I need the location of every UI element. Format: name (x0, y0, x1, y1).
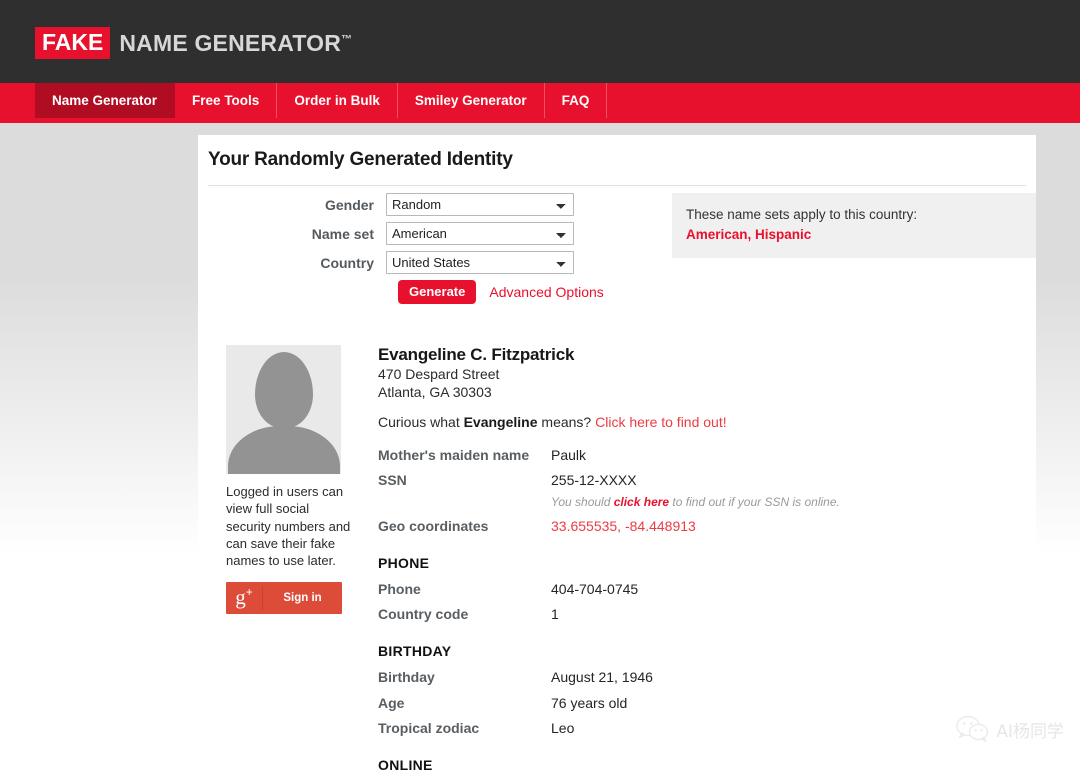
name-meaning-line: Curious what Evangeline means? Click her… (378, 414, 1036, 430)
ssn-note-suffix: to find out if your SSN is online. (669, 495, 840, 509)
logo-wordmark-text: NAME GENERATOR (119, 30, 341, 56)
detail-row-birthday: Birthday August 21, 1946 (378, 667, 1036, 687)
gender-label: Gender (198, 197, 386, 213)
country-code-label: Country code (378, 604, 551, 624)
address-city-state-zip: Atlanta, GA 30303 (378, 383, 1036, 401)
name-meaning-link[interactable]: Click here to find out! (595, 414, 727, 430)
nav-bottom-rule (0, 118, 1080, 123)
nameset-notice-list[interactable]: American, Hispanic (686, 225, 1022, 245)
advanced-options-link[interactable]: Advanced Options (489, 284, 603, 300)
ssn-note-link[interactable]: click here (614, 495, 669, 509)
ssn-note-prefix: You should (551, 495, 614, 509)
birthday-label: Birthday (378, 667, 551, 687)
birthday-value: August 21, 1946 (551, 667, 653, 687)
trademark-symbol: ™ (341, 33, 352, 45)
age-label: Age (378, 693, 551, 713)
google-plus-signin-label: Sign in (263, 592, 342, 604)
country-label: Country (198, 255, 386, 271)
avatar (226, 345, 341, 474)
nameset-notice-box: These name sets apply to this country: A… (672, 193, 1036, 258)
avatar-head-shape (255, 352, 313, 428)
detail-row-country-code: Country code 1 (378, 604, 1036, 624)
page-title: Your Randomly Generated Identity (198, 135, 1036, 171)
identity-sidebar: Logged in users can view full social sec… (198, 345, 350, 781)
section-heading-online: ONLINE (378, 757, 1036, 773)
google-plus-g: g (235, 585, 246, 609)
nameset-label: Name set (198, 226, 386, 242)
nav-item-free-tools[interactable]: Free Tools (175, 83, 277, 118)
nav-left-spacer (0, 83, 35, 118)
identity-details: Evangeline C. Fitzpatrick 470 Despard St… (350, 345, 1036, 781)
phone-value: 404-704-0745 (551, 579, 638, 599)
primary-detail-table: Mother's maiden name Paulk SSN 255-12-XX… (378, 445, 1036, 536)
address-street: 470 Despard Street (378, 365, 1036, 383)
logo-wordmark: NAME GENERATOR™ (119, 32, 352, 55)
site-logo[interactable]: FAKE NAME GENERATOR™ (35, 27, 352, 59)
detail-row-tropical-zodiac: Tropical zodiac Leo (378, 718, 1036, 738)
birthday-detail-table: Birthday August 21, 1946 Age 76 years ol… (378, 667, 1036, 738)
phone-label: Phone (378, 579, 551, 599)
meaning-suffix: means? (538, 414, 596, 430)
tropical-zodiac-label: Tropical zodiac (378, 718, 551, 738)
title-divider (208, 185, 1026, 186)
country-code-value: 1 (551, 604, 559, 624)
mothers-maiden-name-value: Paulk (551, 445, 586, 465)
detail-row-ssn: SSN 255-12-XXXX You should click here to… (378, 470, 1036, 510)
form-row-country: Country United States (198, 251, 678, 274)
meaning-name: Evangeline (464, 414, 538, 430)
country-select[interactable]: United States (386, 251, 574, 274)
nav-item-faq[interactable]: FAQ (545, 83, 608, 118)
avatar-body-shape (228, 426, 340, 474)
meaning-prefix: Curious what (378, 414, 464, 430)
section-heading-birthday: BIRTHDAY (378, 643, 1036, 659)
mothers-maiden-name-label: Mother's maiden name (378, 445, 551, 465)
age-value: 76 years old (551, 693, 627, 713)
nameset-notice-intro: These name sets apply to this country: (686, 205, 1022, 225)
ssn-note: You should click here to find out if you… (551, 493, 840, 511)
ssn-value: 255-12-XXXX (551, 470, 840, 490)
detail-row-phone: Phone 404-704-0745 (378, 579, 1036, 599)
ssn-label: SSN (378, 470, 551, 490)
detail-row-geo-coordinates: Geo coordinates 33.655535, -84.448913 (378, 516, 1036, 536)
nameset-select[interactable]: American (386, 222, 574, 245)
main-navigation: Name Generator Free Tools Order in Bulk … (0, 83, 1080, 118)
generate-button[interactable]: Generate (398, 280, 476, 304)
form-row-gender: Gender Random (198, 193, 678, 216)
google-plus-icon: g+ (226, 586, 263, 610)
form-actions: Generate Advanced Options (398, 280, 678, 304)
detail-row-age: Age 76 years old (378, 693, 1036, 713)
section-heading-phone: PHONE (378, 555, 1036, 571)
logged-in-note: Logged in users can view full social sec… (226, 483, 354, 569)
generator-form: Gender Random Name set American Country … (198, 193, 678, 304)
nav-item-name-generator[interactable]: Name Generator (35, 83, 175, 118)
google-plus-signin-button[interactable]: g+ Sign in (226, 582, 342, 614)
logo-fake-badge: FAKE (35, 27, 110, 59)
geo-coordinates-label: Geo coordinates (378, 516, 551, 536)
person-name: Evangeline C. Fitzpatrick (378, 345, 1036, 365)
nav-item-smiley-generator[interactable]: Smiley Generator (398, 83, 545, 118)
tropical-zodiac-value: Leo (551, 718, 574, 738)
identity-body: Logged in users can view full social sec… (198, 345, 1036, 781)
ssn-value-group: 255-12-XXXX You should click here to fin… (551, 470, 840, 510)
google-plus-plus: + (246, 585, 253, 599)
geo-coordinates-value[interactable]: 33.655535, -84.448913 (551, 516, 696, 536)
phone-detail-table: Phone 404-704-0745 Country code 1 (378, 579, 1036, 625)
form-row-nameset: Name set American (198, 222, 678, 245)
nav-item-order-in-bulk[interactable]: Order in Bulk (277, 83, 398, 118)
content-panel: Your Randomly Generated Identity Gender … (198, 135, 1036, 777)
site-header: FAKE NAME GENERATOR™ (0, 0, 1080, 83)
detail-row-mothers-maiden-name: Mother's maiden name Paulk (378, 445, 1036, 465)
gender-select[interactable]: Random (386, 193, 574, 216)
